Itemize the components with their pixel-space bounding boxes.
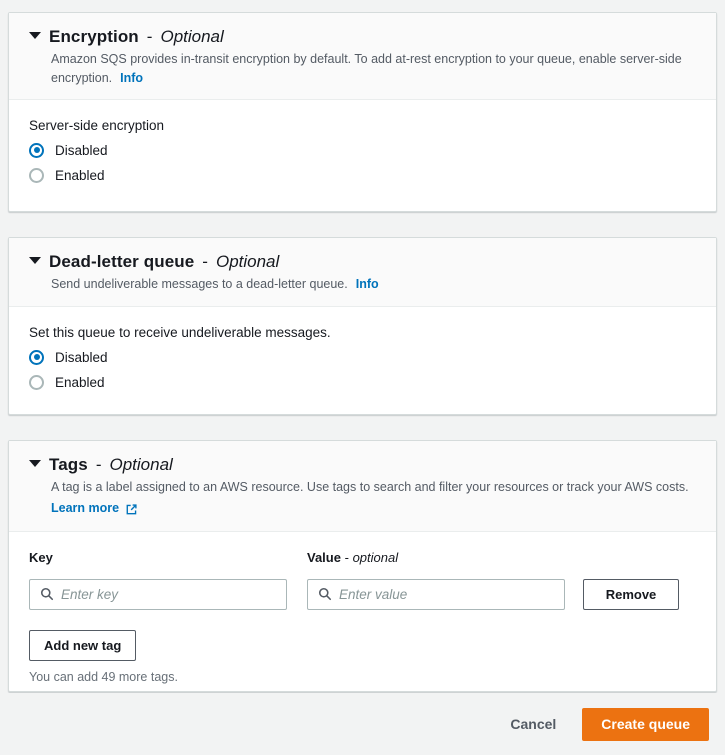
create-queue-button[interactable]: Create queue bbox=[582, 707, 709, 741]
server-side-encryption-label: Server-side encryption bbox=[29, 117, 165, 133]
encryption-radio-enabled-label: Enabled bbox=[55, 167, 105, 183]
dlq-title: Dead-letter queue bbox=[49, 252, 195, 271]
encryption-description: Amazon SQS provides in-transit encryptio… bbox=[51, 52, 682, 85]
dlq-radio-enabled[interactable]: Enabled bbox=[29, 374, 696, 390]
tag-key-input[interactable] bbox=[54, 579, 286, 609]
tags-title-row: Tags - Optional bbox=[29, 455, 696, 475]
encryption-title-row: Encryption - Optional bbox=[29, 27, 696, 47]
dlq-radio-disabled-label: Disabled bbox=[55, 349, 108, 365]
tag-value-input-wrap[interactable] bbox=[307, 578, 565, 610]
encryption-radio-enabled[interactable]: Enabled bbox=[29, 167, 696, 183]
tag-key-label: Key bbox=[29, 549, 53, 565]
dead-letter-queue-section-card: Dead-letter queue - Optional Send undeli… bbox=[8, 237, 717, 415]
caret-down-icon[interactable] bbox=[29, 460, 41, 467]
tags-section-card: Tags - Optional A tag is a label assigne… bbox=[8, 440, 717, 692]
dlq-optional-label: Optional bbox=[215, 252, 280, 271]
add-new-tag-button[interactable]: Add new tag bbox=[29, 629, 137, 661]
encryption-section-body: Server-side encryption Disabled Enabled bbox=[9, 98, 716, 203]
tags-section-header: Tags - Optional A tag is a label assigne… bbox=[9, 441, 716, 531]
tag-value-label: Value bbox=[307, 549, 341, 565]
encryption-section-header: Encryption - Optional Amazon SQS provide… bbox=[9, 13, 716, 99]
tag-value-input[interactable] bbox=[332, 579, 564, 609]
tags-optional-label: Optional bbox=[109, 455, 173, 474]
encryption-section-card: Encryption - Optional Amazon SQS provide… bbox=[8, 12, 717, 212]
dlq-description: Send undeliverable messages to a dead-le… bbox=[51, 277, 348, 292]
encryption-radio-disabled[interactable]: Disabled bbox=[29, 142, 696, 158]
tags-column-headers: Key Value - optional bbox=[29, 550, 696, 572]
tags-learn-more-row[interactable]: Learn more bbox=[51, 499, 138, 517]
search-icon bbox=[40, 587, 54, 601]
encryption-title: Encryption bbox=[49, 27, 139, 46]
tag-value-optional: optional bbox=[352, 549, 399, 565]
dlq-radio-disabled[interactable]: Disabled bbox=[29, 349, 696, 365]
encryption-radio-disabled-label: Disabled bbox=[55, 142, 108, 158]
tag-row: Remove bbox=[29, 578, 696, 610]
dlq-section-header: Dead-letter queue - Optional Send undeli… bbox=[9, 238, 716, 306]
search-icon bbox=[318, 587, 332, 601]
radio-selected-icon[interactable] bbox=[29, 142, 44, 158]
tags-description: A tag is a label assigned to an AWS reso… bbox=[51, 480, 689, 495]
tags-learn-more-link[interactable]: Learn more bbox=[51, 499, 119, 517]
caret-down-icon[interactable] bbox=[29, 257, 41, 264]
radio-unselected-icon[interactable] bbox=[29, 167, 44, 183]
cancel-button[interactable]: Cancel bbox=[504, 708, 562, 740]
tags-key-column-header: Key bbox=[29, 550, 287, 572]
tags-value-column-header: Value - optional bbox=[307, 550, 565, 572]
radio-selected-icon[interactable] bbox=[29, 349, 44, 365]
tag-value-label-wrap: Value - optional bbox=[307, 550, 565, 565]
tags-title: Tags bbox=[49, 455, 88, 474]
dlq-description-row: Send undeliverable messages to a dead-le… bbox=[51, 275, 691, 293]
dlq-title-dash: - bbox=[202, 252, 208, 271]
radio-unselected-icon[interactable] bbox=[29, 374, 44, 390]
tags-section-body: Key Value - optional Enter key Enter val… bbox=[9, 530, 716, 704]
tags-description-block: A tag is a label assigned to an AWS reso… bbox=[51, 478, 691, 516]
dlq-info-link[interactable]: Info bbox=[356, 277, 379, 291]
create-queue-page: Encryption - Optional Amazon SQS provide… bbox=[0, 0, 725, 755]
remove-tag-button[interactable]: Remove bbox=[583, 578, 679, 610]
encryption-title-dash: - bbox=[146, 27, 153, 46]
encryption-optional-label: Optional bbox=[160, 27, 224, 46]
dlq-radio-enabled-label: Enabled bbox=[55, 374, 105, 390]
caret-down-icon[interactable] bbox=[29, 32, 41, 39]
encryption-description-row: Amazon SQS provides in-transit encryptio… bbox=[51, 50, 691, 86]
dlq-title-row: Dead-letter queue - Optional bbox=[29, 252, 696, 272]
dlq-field-label: Set this queue to receive undeliverable … bbox=[29, 324, 331, 340]
dlq-section-body: Set this queue to receive undeliverable … bbox=[9, 305, 716, 410]
tag-value-dash: - bbox=[344, 549, 349, 565]
tags-remaining-hint: You can add 49 more tags. bbox=[29, 669, 178, 684]
tags-title-dash: - bbox=[95, 455, 102, 474]
external-link-icon bbox=[125, 503, 138, 516]
form-footer-actions: Cancel Create queue bbox=[0, 693, 725, 755]
tag-key-input-wrap[interactable] bbox=[29, 578, 287, 610]
encryption-info-link[interactable]: Info bbox=[120, 71, 143, 85]
